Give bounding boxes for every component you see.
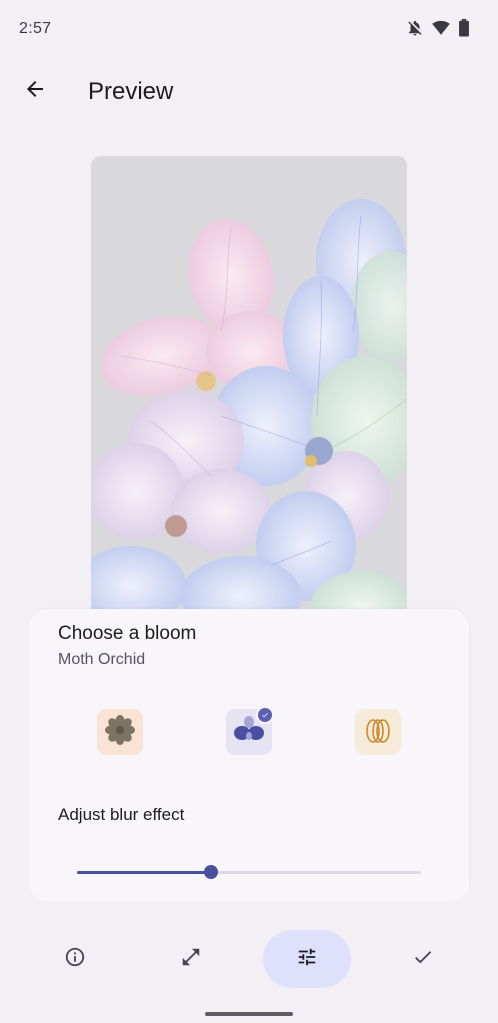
back-button[interactable] [14,70,56,112]
expand-icon [180,946,202,973]
slider-thumb[interactable] [204,865,219,879]
arrow-left-icon [23,77,47,106]
page-title: Preview [88,78,174,105]
bloom-sheet: Choose a bloom Moth Orchid Adjust blur e… [29,609,469,901]
tune-icon [296,946,318,973]
info-button[interactable] [53,930,97,988]
slider-fill [77,871,212,874]
bloom-option-tulip[interactable] [355,709,401,755]
selected-check-icon [256,706,274,724]
customize-button[interactable] [263,930,351,988]
status-icons [406,19,470,37]
battery-icon [458,19,470,37]
app-bar: Preview [0,62,498,122]
status-bar: 2:57 [0,0,498,58]
sheet-title: Choose a bloom [58,623,197,644]
wifi-icon [432,19,450,37]
notifications-off-icon [406,19,424,37]
flower-icon [104,714,136,751]
info-icon [64,946,86,973]
status-time: 2:57 [19,20,52,37]
blur-label: Adjust blur effect [58,805,185,824]
check-icon [412,946,434,973]
bloom-option-flower[interactable] [97,709,143,755]
apply-button[interactable] [401,930,445,988]
wallpaper-preview[interactable] [91,156,407,626]
bottom-action-bar [0,930,498,990]
tulip-icon [362,714,394,751]
bloom-option-moth-orchid[interactable] [226,706,274,755]
blur-slider[interactable] [77,863,421,883]
fullscreen-button[interactable] [169,930,213,988]
gesture-nav-handle[interactable] [205,1012,293,1016]
orchid-wallpaper-image [91,156,407,626]
selected-bloom-name: Moth Orchid [58,651,146,668]
